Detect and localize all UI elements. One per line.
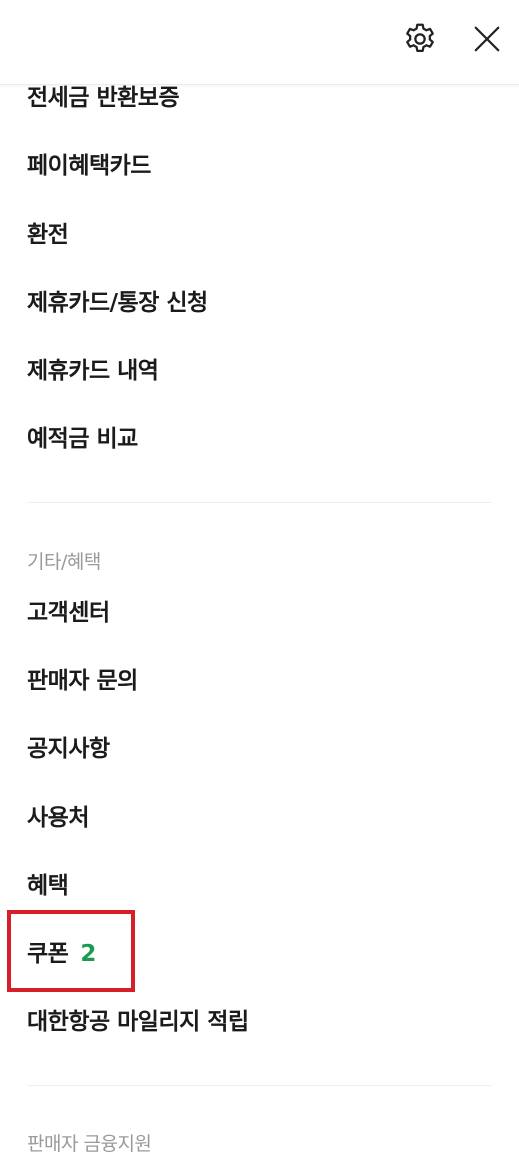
menu-item-pay-benefit-card[interactable]: 페이혜택카드	[27, 146, 151, 186]
close-icon	[472, 24, 502, 58]
menu-item-notice[interactable]: 공지사항	[27, 729, 110, 769]
section-title-seller-finance: 판매자 금융지원	[27, 1133, 152, 1155]
settings-button[interactable]	[398, 19, 442, 63]
section-title-etc: 기타/혜택	[27, 551, 101, 573]
close-button[interactable]	[465, 19, 509, 63]
divider	[27, 1085, 492, 1086]
menu-item-coupon[interactable]: 쿠폰 2	[27, 934, 96, 974]
menu-panel: 전세금 반환보증 페이혜택카드 환전 제휴카드/통장 신청 제휴카드 내역 예적…	[0, 0, 519, 1167]
coupon-label: 쿠폰	[27, 941, 69, 967]
coupon-count-badge: 2	[80, 941, 96, 967]
menu-item-partner-card-history[interactable]: 제휴카드 내역	[27, 351, 159, 391]
menu-item-customer-center[interactable]: 고객센터	[27, 593, 110, 633]
menu-item-usage-places[interactable]: 사용처	[27, 798, 89, 838]
gear-icon	[402, 21, 438, 61]
divider	[27, 502, 492, 503]
menu-item-seller-inquiry[interactable]: 판매자 문의	[27, 661, 138, 701]
menu-item-savings-compare[interactable]: 예적금 비교	[27, 419, 138, 459]
menu-item-benefits[interactable]: 혜택	[27, 866, 69, 906]
menu-item-korean-air-mileage[interactable]: 대한항공 마일리지 적립	[27, 1002, 249, 1042]
menu-item-exchange[interactable]: 환전	[27, 215, 69, 255]
menu-item-partner-card-apply[interactable]: 제휴카드/통장 신청	[27, 283, 208, 323]
menu-header	[0, 0, 519, 85]
